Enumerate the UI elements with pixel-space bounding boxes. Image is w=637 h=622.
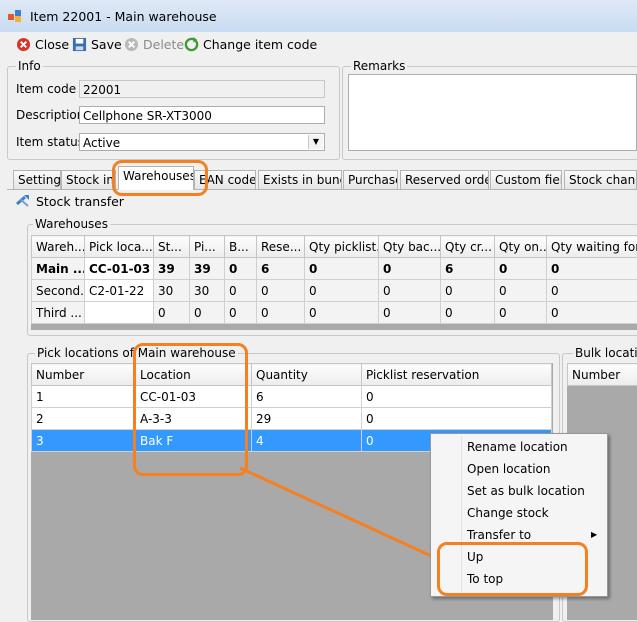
annotation-highlight-menu-items	[437, 542, 588, 596]
menu-item-open-location[interactable]: Open location	[467, 458, 550, 480]
menu-item-rename-location[interactable]: Rename location	[467, 436, 568, 458]
annotation-arrow	[240, 468, 440, 560]
tab-warehouses[interactable]: Warehouses	[118, 166, 194, 190]
menu-item-set-as-bulk-location[interactable]: Set as bulk location	[467, 480, 585, 502]
annotation-highlight-location-column	[133, 343, 248, 476]
menu-item-change-stock[interactable]: Change stock	[467, 502, 549, 524]
submenu-arrow-icon: ▶	[591, 530, 597, 539]
